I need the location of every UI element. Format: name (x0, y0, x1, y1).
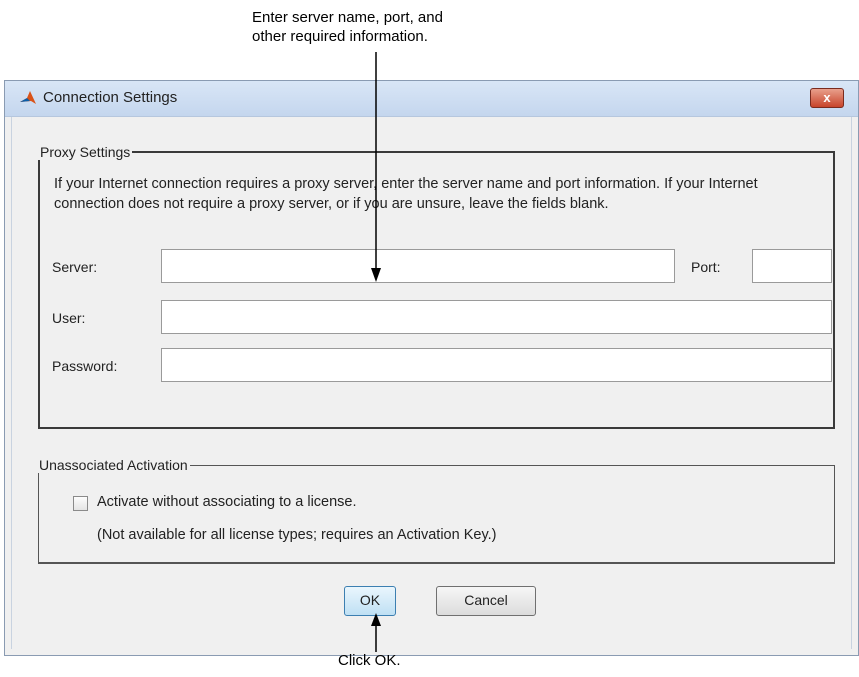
server-label: Server: (52, 259, 98, 275)
window-title: Connection Settings (43, 89, 178, 106)
proxy-settings-group: Proxy Settings If your Internet connecti… (38, 144, 835, 429)
callout-top-line2: other required information. (252, 28, 428, 45)
user-input[interactable] (161, 300, 832, 334)
title-bar: Connection Settings x (5, 81, 858, 117)
activation-legend: Unassociated Activation (39, 457, 188, 473)
callout-bottom: Click OK. (338, 652, 401, 669)
user-label: User: (52, 310, 86, 326)
callout-arrow-ok (371, 613, 381, 652)
dialog-body: Proxy Settings If your Internet connecti… (11, 117, 852, 649)
activation-note: (Not available for all license types; re… (97, 527, 497, 543)
cancel-button[interactable]: Cancel (436, 586, 536, 616)
password-input[interactable] (161, 348, 832, 382)
activate-without-license-label[interactable]: Activate without associating to a licens… (97, 494, 357, 510)
port-input[interactable] (752, 249, 832, 283)
connection-settings-dialog: Connection Settings x Proxy Settings If … (4, 80, 859, 656)
password-label: Password: (52, 358, 118, 374)
unassociated-activation-group: Unassociated Activation Activate without… (38, 457, 835, 564)
matlab-logo-icon (20, 91, 36, 104)
proxy-settings-legend: Proxy Settings (40, 144, 131, 160)
callout-top-line1: Enter server name, port, and (252, 9, 443, 26)
close-button[interactable]: x (810, 88, 844, 108)
activate-without-license-checkbox[interactable] (73, 496, 88, 511)
callout-arrow-server (371, 52, 381, 282)
port-label: Port: (691, 259, 721, 275)
callout-top: Enter server name, port, and other requi… (252, 8, 552, 46)
server-input[interactable] (161, 249, 675, 283)
proxy-description: If your Internet connection requires a p… (54, 176, 758, 212)
